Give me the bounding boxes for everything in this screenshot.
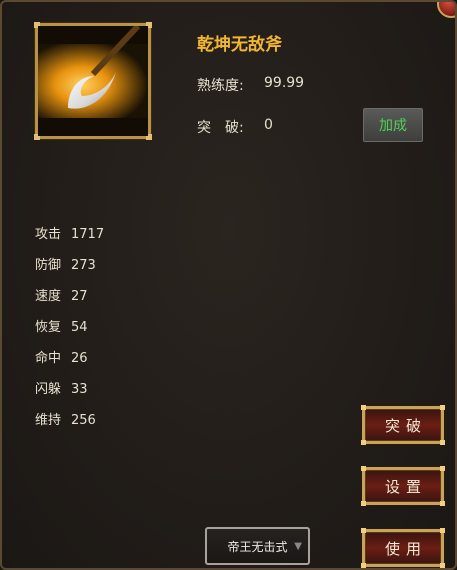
button-corner [361, 440, 366, 445]
stat-row-sustain: 维持 256 [35, 409, 175, 429]
stat-label: 闪躲 [35, 382, 62, 397]
use-button-label: 使用 [384, 539, 427, 558]
stat-row-speed: 速度 27 [35, 285, 175, 305]
chevron-down-icon: ▼ [294, 541, 302, 552]
stat-value: 27 [71, 289, 88, 304]
item-icon-frame [34, 22, 152, 140]
button-corner [440, 405, 445, 410]
stat-label: 维持 [35, 413, 62, 428]
skill-select-value: 帝王无击式 [227, 539, 288, 554]
breakthrough-value: 0 [264, 117, 273, 133]
button-corner [440, 563, 445, 568]
stat-value: 256 [71, 413, 96, 428]
button-corner [440, 466, 445, 471]
stat-value: 54 [71, 320, 88, 335]
proficiency-value: 99.99 [264, 75, 305, 91]
breakthrough-label: 突 破: [197, 120, 244, 136]
button-corner [361, 405, 366, 410]
breakthrough-button-label: 突破 [384, 416, 427, 435]
stat-row-defense: 防御 273 [35, 254, 175, 274]
button-corner [361, 528, 366, 533]
stat-value: 33 [71, 382, 88, 397]
stat-label: 速度 [35, 289, 62, 304]
item-detail-panel: 乾坤无敌斧 熟练度: 99.99 突 破: 0 加成 攻击 1717 防御 273 … [0, 0, 457, 570]
button-corner [361, 563, 366, 568]
close-icon[interactable] [437, 2, 455, 18]
button-corner [440, 501, 445, 506]
stat-row-recovery: 恢复 54 [35, 316, 175, 336]
boost-button[interactable]: 加成 [363, 108, 423, 142]
settings-button[interactable]: 设置 [361, 466, 445, 506]
use-button[interactable]: 使用 [361, 528, 445, 568]
stat-label: 攻击 [35, 227, 62, 242]
stat-value: 26 [71, 351, 88, 366]
stat-value: 273 [71, 258, 96, 273]
breakthrough-button[interactable]: 突破 [361, 405, 445, 445]
button-corner [361, 501, 366, 506]
stat-row-attack: 攻击 1717 [35, 223, 175, 243]
stat-label: 恢复 [35, 320, 62, 335]
stat-label: 防御 [35, 258, 62, 273]
proficiency-label: 熟练度: [197, 78, 244, 94]
button-corner [361, 466, 366, 471]
stat-label: 命中 [35, 351, 62, 366]
stat-row-dodge: 闪躲 33 [35, 378, 175, 398]
skill-select[interactable]: 帝王无击式 ▼ [205, 527, 310, 565]
golden-axe-icon [38, 26, 148, 136]
button-corner [440, 528, 445, 533]
item-title: 乾坤无敌斧 [197, 35, 282, 55]
stat-value: 1717 [71, 227, 105, 242]
button-corner [440, 440, 445, 445]
settings-button-label: 设置 [384, 477, 427, 496]
stat-row-accuracy: 命中 26 [35, 347, 175, 367]
